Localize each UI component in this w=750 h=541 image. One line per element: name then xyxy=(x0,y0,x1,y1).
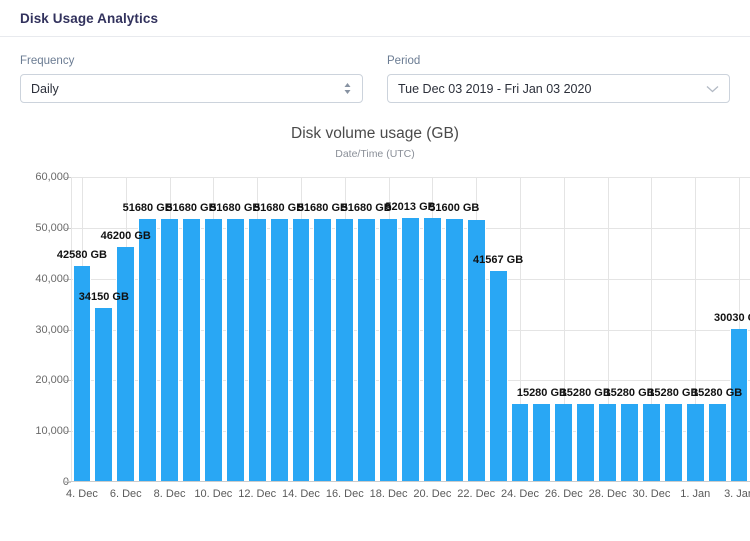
x-tick-label: 14. Dec xyxy=(282,488,320,500)
bar[interactable] xyxy=(620,404,639,482)
bar[interactable] xyxy=(247,219,267,482)
x-tick-label: 22. Dec xyxy=(457,488,496,500)
bar[interactable] xyxy=(554,404,574,482)
page-title: Disk Usage Analytics xyxy=(20,10,159,26)
bar[interactable] xyxy=(532,404,552,482)
bar[interactable] xyxy=(313,219,333,482)
x-tick-label: 6. Dec xyxy=(109,488,142,500)
x-tick-label: 16. Dec xyxy=(325,488,364,500)
bar[interactable] xyxy=(663,404,683,482)
x-tick-label: 1. Jan xyxy=(680,488,711,500)
x-tick-label: 4. Dec xyxy=(66,488,98,500)
disk-usage-analytics-panel: Disk Usage Analytics Frequency Daily Per… xyxy=(0,0,750,541)
panel-header: Disk Usage Analytics xyxy=(0,0,750,37)
x-tick-label: 3. Jan xyxy=(724,488,750,500)
y-tick-label: 0 xyxy=(62,476,69,488)
frequency-value: Daily xyxy=(31,81,59,96)
x-tick-label: 10. Dec xyxy=(194,488,233,500)
x-tick-label: 24. Dec xyxy=(501,488,539,500)
bar[interactable] xyxy=(444,219,464,482)
x-tick-label: 30. Dec xyxy=(632,488,671,500)
frequency-label: Frequency xyxy=(20,55,75,67)
period-value: Tue Dec 03 2019 - Fri Jan 03 2020 xyxy=(398,81,592,96)
x-tick-label: 12. Dec xyxy=(238,488,277,500)
chevron-down-icon xyxy=(706,82,719,96)
bar[interactable] xyxy=(685,404,705,482)
x-tick-label: 26. Dec xyxy=(544,488,583,500)
y-tick-label: 40,000 xyxy=(35,272,69,285)
filter-controls: Frequency Daily Period Tue Dec 03 2019 -… xyxy=(0,37,750,103)
bar[interactable] xyxy=(598,404,618,482)
bar[interactable] xyxy=(422,217,442,482)
bar[interactable] xyxy=(488,270,508,482)
bar[interactable] xyxy=(203,219,223,482)
bar[interactable] xyxy=(94,308,114,482)
bar[interactable] xyxy=(707,404,727,482)
bar[interactable] xyxy=(116,247,136,482)
bar[interactable] xyxy=(379,219,399,482)
y-tick-label: 10,000 xyxy=(35,425,69,438)
bar[interactable] xyxy=(641,404,661,482)
chart-subtitle: Date/Time (UTC) xyxy=(335,148,415,160)
bar[interactable] xyxy=(72,265,92,482)
bar[interactable] xyxy=(466,219,486,482)
bar[interactable] xyxy=(729,329,749,482)
bar[interactable] xyxy=(357,219,377,482)
bar[interactable] xyxy=(182,219,201,482)
y-tick-label: 50,000 xyxy=(35,221,69,234)
x-axis-baseline xyxy=(65,481,750,482)
plot-area: 0 10,000 20,000 30,000 40,000 50,000 60,000 42… xyxy=(35,171,750,500)
bar[interactable] xyxy=(138,219,158,482)
period-select[interactable]: Tue Dec 03 2019 - Fri Jan 03 2020 xyxy=(387,74,730,103)
y-tick-label: 20,000 xyxy=(35,374,69,387)
x-tick-label: 28. Dec xyxy=(588,488,627,500)
x-tick-label: 8. Dec xyxy=(153,488,186,500)
x-tick-label: 20. Dec xyxy=(413,488,452,500)
bar[interactable] xyxy=(401,217,420,482)
bar[interactable] xyxy=(576,404,596,482)
disk-volume-chart: Disk volume usage (GB) Date/Time (UTC) 0… xyxy=(0,121,750,529)
bar[interactable] xyxy=(160,219,179,482)
period-field: Period Tue Dec 03 2019 - Fri Jan 03 2020 xyxy=(387,55,730,103)
y-tick-label: 60,000 xyxy=(35,171,69,183)
frequency-select[interactable]: Daily xyxy=(20,74,363,103)
frequency-field: Frequency Daily xyxy=(20,55,363,103)
chart-title: Disk volume usage (GB) xyxy=(291,125,459,142)
bar[interactable] xyxy=(291,219,311,482)
bar[interactable] xyxy=(335,219,355,482)
bar[interactable] xyxy=(510,404,530,482)
spinner-icon xyxy=(343,81,352,96)
y-tick-label: 30,000 xyxy=(35,323,69,336)
bar[interactable] xyxy=(225,219,245,482)
bar[interactable] xyxy=(269,219,289,482)
period-label: Period xyxy=(387,55,421,67)
x-tick-label: 18. Dec xyxy=(369,488,408,500)
